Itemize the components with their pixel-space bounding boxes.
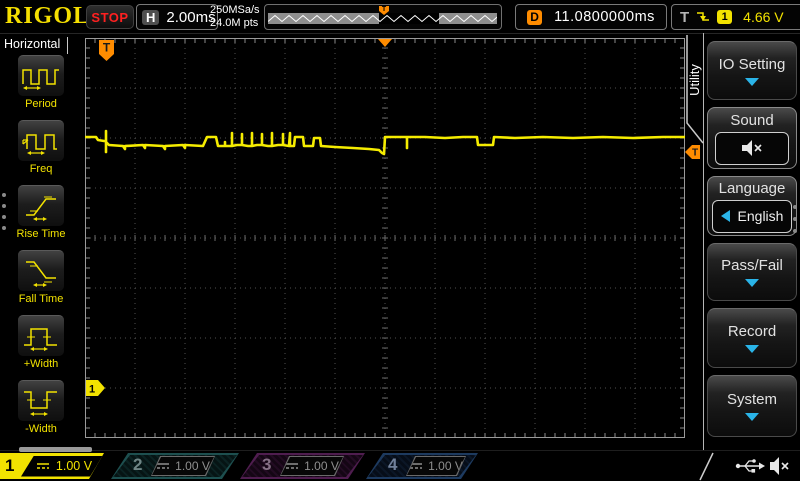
delay-badge: D [527, 10, 542, 25]
channel-3-indicator[interactable]: 3 1.00 V [240, 453, 365, 479]
freq-icon [20, 124, 62, 158]
channel-4-indicator[interactable]: 4 1.00 V [366, 453, 478, 479]
right-menu-tab-utility: Utility [687, 35, 703, 125]
rise-time-icon [20, 189, 62, 223]
left-measure-menu: Horizontal Period Freq [0, 33, 85, 450]
chevron-down-icon [745, 413, 759, 421]
system-button[interactable]: System [707, 375, 797, 437]
channel-3-scale: 1.00 V [304, 459, 339, 473]
rigol-logo: RIGOL [5, 3, 90, 30]
svg-text:T: T [692, 148, 698, 159]
left-menu-page-dots [2, 193, 6, 237]
channel-1-number: 1 [5, 456, 14, 476]
channel-2-indicator[interactable]: 2 1.00 V [111, 453, 239, 479]
trigger-tag-icon[interactable]: T [99, 40, 114, 61]
channel-1-scale: 1.00 V [56, 459, 92, 473]
coupling-dc-icon [156, 461, 170, 471]
measure-item-minus-width[interactable]: -Width [12, 380, 70, 435]
status-icons-area [690, 451, 800, 481]
left-menu-scrollbar[interactable] [19, 447, 92, 452]
usb-icon [736, 459, 765, 472]
memory-depth: 24.0M pts [210, 17, 260, 30]
channel-1-indicator[interactable]: 1 1.00 V [0, 453, 108, 479]
trigger-level-value: 4.66 V [743, 9, 783, 25]
fall-time-icon [20, 254, 62, 288]
trigger-level-marker-icon[interactable]: T [684, 144, 701, 160]
speaker-muted-icon [739, 138, 765, 158]
coupling-dc-icon [285, 461, 299, 471]
trigger-status-box[interactable]: T 1 4.66 V [671, 4, 800, 30]
trigger-label: T [680, 9, 689, 26]
svg-text:1: 1 [89, 384, 95, 396]
acquisition-info: 250MSa/s 24.0M pts [210, 4, 260, 29]
sample-rate: 250MSa/s [210, 4, 260, 17]
coupling-dc-icon [36, 461, 50, 471]
channel-2-number: 2 [133, 455, 142, 475]
timebase-value: 2.00ms [166, 9, 215, 26]
horizontal-timebase-box[interactable]: H 2.00ms [136, 4, 218, 30]
measure-item-rise-time[interactable]: Rise Time [12, 185, 70, 240]
grid-markers-layer: T 1 [85, 38, 685, 438]
run-stop-status-button[interactable]: STOP [86, 5, 134, 29]
language-button[interactable]: Language English [707, 176, 797, 236]
chevron-down-icon [745, 78, 759, 86]
chevron-down-icon [745, 345, 759, 353]
channel1-level-marker-icon[interactable]: 1 [86, 380, 105, 396]
measure-item-period[interactable]: Period [12, 55, 70, 110]
trigger-delay-box[interactable]: D 11.0800000ms [515, 4, 667, 30]
io-setting-button[interactable]: IO Setting [707, 41, 797, 100]
speaker-muted-icon [770, 457, 788, 475]
measure-item-fall-time[interactable]: Fall Time [12, 250, 70, 305]
plus-width-icon [20, 319, 62, 353]
trigger-source-badge: 1 [717, 10, 732, 24]
waveform-display-area: T 1 [85, 38, 685, 438]
svg-text:T: T [103, 41, 111, 55]
channel-3-number: 3 [262, 455, 271, 475]
falling-edge-icon [696, 10, 710, 24]
delay-value: 11.0800000ms [554, 9, 655, 25]
top-status-bar: RIGOL STOP H 2.00ms 250MSa/s 24.0M pts T… [0, 0, 800, 34]
minus-width-icon [20, 384, 62, 418]
channel-2-scale: 1.00 V [175, 459, 210, 473]
sound-button[interactable]: Sound [707, 107, 797, 169]
right-menu-page-dots [793, 205, 797, 241]
measure-item-freq[interactable]: Freq [12, 120, 70, 175]
measure-menu-title: Horizontal [0, 37, 68, 54]
trigger-position-marker-icon[interactable] [378, 39, 392, 47]
period-icon [20, 59, 62, 93]
waveform-preview-bar[interactable]: T [264, 4, 502, 30]
channel-status-bar: 1 1.00 V 2 1.00 V 3 [0, 450, 800, 481]
horizontal-label: H [142, 10, 159, 25]
measure-item-plus-width[interactable]: +Width [12, 315, 70, 370]
right-menu-buttons: IO Setting Sound Language English Pass/F… [707, 41, 797, 437]
channel-4-scale: 1.00 V [428, 459, 463, 473]
chevron-down-icon [745, 279, 759, 287]
preview-waveform-icon [268, 13, 497, 24]
language-value: English [738, 208, 784, 224]
chevron-left-icon [721, 210, 730, 222]
pass-fail-button[interactable]: Pass/Fail [707, 243, 797, 301]
channel-4-number: 4 [388, 455, 397, 475]
record-button[interactable]: Record [707, 308, 797, 368]
